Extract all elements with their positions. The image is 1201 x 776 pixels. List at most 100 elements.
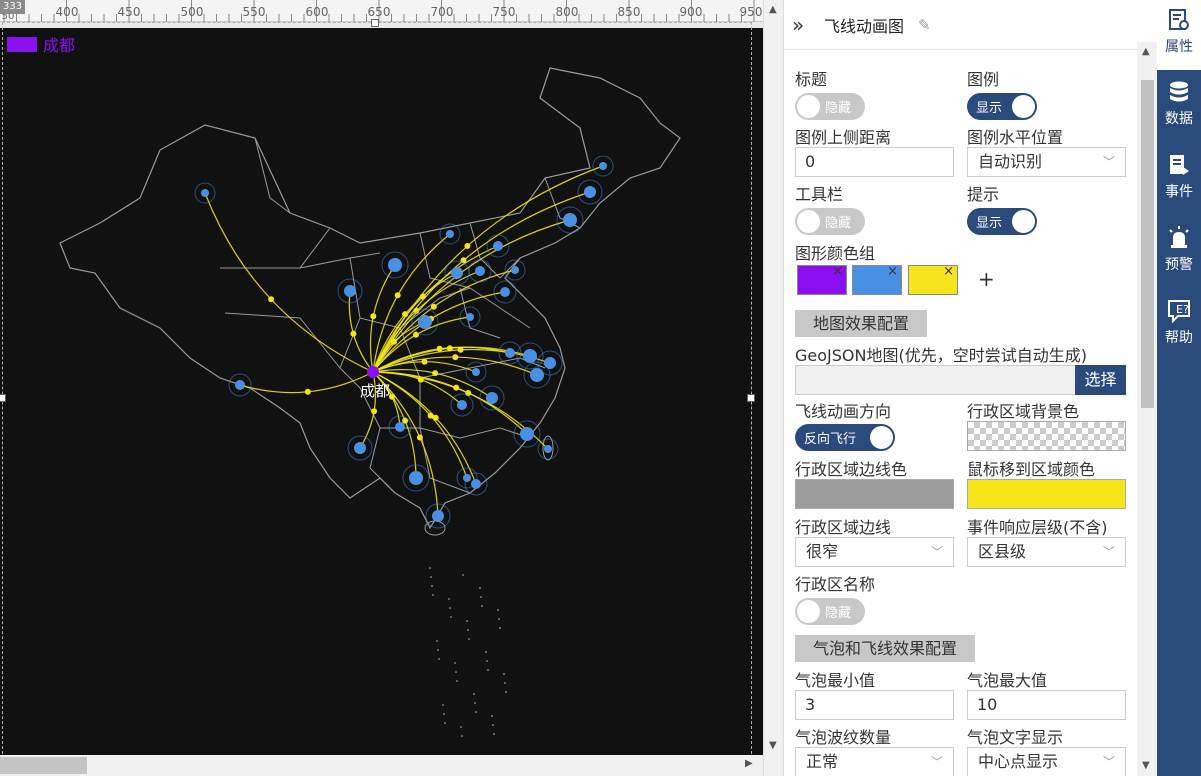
flyline-arrow	[304, 388, 311, 395]
city-bubble	[520, 427, 534, 441]
island-dot	[431, 585, 433, 587]
island-dot	[450, 616, 452, 618]
remove-color-icon[interactable]: ×	[887, 264, 898, 279]
edit-title-icon[interactable]: ✎	[918, 16, 931, 34]
toggle-knob	[870, 426, 893, 449]
city-bubble	[584, 186, 596, 198]
island-dot	[460, 726, 462, 728]
palette-color-1[interactable]: ×	[797, 264, 847, 295]
flyline-map-chart[interactable]: 成都	[0, 28, 763, 755]
bubble-min-label: 气泡最小值	[795, 671, 876, 690]
ruler-mark-550: 550	[242, 5, 266, 19]
geojson-input[interactable]	[795, 365, 1076, 395]
legend-top-input[interactable]: 0	[795, 147, 954, 177]
direction-toggle[interactable]: 反向飞行	[795, 424, 895, 451]
bubble-section-button[interactable]: 气泡和飞线效果配置	[795, 635, 976, 662]
origin-bubble	[367, 366, 379, 378]
rail-item-data[interactable]: 数据	[1157, 72, 1201, 142]
city-bubble	[235, 380, 245, 390]
flyline-arrow	[370, 313, 377, 320]
palette-label: 图形颜色组	[795, 244, 876, 263]
island-dot	[437, 649, 439, 651]
bubble-max-input[interactable]: 10	[967, 690, 1126, 720]
region-border-label: 行政区域边线色	[795, 460, 908, 479]
island-dot	[467, 629, 469, 631]
city-bubble	[530, 368, 544, 382]
flyline-arrow	[350, 330, 357, 337]
island-dot	[491, 715, 493, 717]
origin-city-label: 成都	[360, 382, 390, 400]
geojson-label: GeoJSON地图(优先，空时尝试自动生成)	[795, 346, 1087, 365]
panel-scrollbar[interactable]: ▲ ▼	[1137, 42, 1158, 776]
bubble-min-input[interactable]: 3	[795, 690, 954, 720]
resize-handle-left[interactable]	[0, 394, 6, 402]
canvas-vertical-scrollbar[interactable]: ▲ ▼	[763, 0, 783, 776]
rail-item-event[interactable]: 事件	[1157, 145, 1201, 215]
island-dot	[492, 724, 494, 726]
city-bubble	[500, 287, 510, 297]
title-label: 标题	[795, 70, 828, 89]
region-name-toggle[interactable]: 隐藏	[795, 598, 865, 625]
rail-item-help[interactable]: E? 帮助	[1157, 291, 1201, 361]
rail-label: 帮助	[1165, 330, 1193, 346]
panel-scroll-thumb[interactable]	[1141, 80, 1154, 408]
ruler-mark-600: 600	[305, 5, 329, 19]
toolbar-toggle[interactable]: 隐藏	[795, 208, 865, 235]
rail-item-properties[interactable]: 属性	[1157, 0, 1201, 70]
resize-handle-right[interactable]	[747, 394, 755, 402]
region-bg-color[interactable]	[967, 421, 1126, 451]
ripple-select[interactable]: 正常 ﹀	[795, 747, 954, 776]
legend-toggle[interactable]: 显示	[967, 93, 1037, 120]
scroll-right-icon[interactable]: ▶	[745, 758, 753, 769]
china-map[interactable]: 成都	[0, 28, 763, 755]
panel-body: 标题 隐藏 图例 显示 图例上侧距离 0 图例水平位置 自动识别 ﹀ 工具栏 隐…	[784, 51, 1137, 776]
horizontal-scroll-thumb[interactable]	[0, 757, 87, 774]
geojson-select-button[interactable]: 选择	[1075, 365, 1126, 395]
select-value: 自动识别	[978, 152, 1043, 171]
design-canvas-area[interactable]: 400 450 500 550 600 650 700 750 800 850 …	[0, 0, 783, 776]
tip-toggle[interactable]: 显示	[967, 208, 1037, 235]
legend-h-select[interactable]: 自动识别 ﹀	[967, 147, 1126, 177]
chevron-down-icon: ﹀	[1102, 545, 1115, 559]
province-border	[339, 317, 361, 389]
island-dot	[481, 605, 483, 607]
map-section-button[interactable]: 地图效果配置	[795, 310, 928, 337]
province-border	[369, 427, 396, 494]
scroll-down-icon[interactable]: ▼	[1142, 760, 1150, 771]
flyline-arrow	[416, 434, 423, 441]
title-toggle[interactable]: 隐藏	[795, 93, 865, 120]
add-color-button[interactable]: +	[978, 267, 995, 291]
city-bubble	[344, 285, 356, 297]
island-dot	[442, 704, 444, 706]
remove-color-icon[interactable]: ×	[943, 264, 954, 279]
hover-color[interactable]	[967, 479, 1126, 509]
region-bg-label: 行政区域背景色	[967, 402, 1080, 421]
ruler-mark-400: 400	[55, 5, 79, 19]
canvas-horizontal-scrollbar[interactable]: ▶	[0, 755, 763, 776]
event-level-select[interactable]: 区县级 ﹀	[967, 537, 1126, 567]
region-name-label: 行政区名称	[795, 575, 876, 594]
palette-color-3[interactable]: ×	[908, 264, 958, 295]
border-width-select[interactable]: 很窄 ﹀	[795, 537, 954, 567]
collapse-panel-icon[interactable]: »	[792, 13, 814, 37]
scroll-up-icon[interactable]: ▲	[1142, 46, 1150, 57]
region-border-color[interactable]	[795, 479, 954, 509]
bubble-text-select[interactable]: 中心点显示 ﹀	[967, 747, 1126, 776]
direction-label: 飞线动画方向	[795, 402, 892, 421]
city-bubble	[493, 241, 503, 251]
scroll-up-icon[interactable]: ▲	[769, 4, 777, 15]
resize-handle-top[interactable]	[371, 19, 379, 27]
city-bubble	[466, 313, 474, 321]
flyline	[204, 192, 374, 373]
island-dot	[436, 640, 438, 642]
rail-item-alarm[interactable]: 预警	[1157, 218, 1201, 288]
remove-color-icon[interactable]: ×	[832, 264, 843, 279]
palette-color-2[interactable]: ×	[852, 264, 902, 295]
chart-legend[interactable]: 成都	[7, 32, 75, 56]
border-width-label: 行政区域边线	[795, 518, 892, 537]
island-dot	[475, 711, 477, 713]
island-dot	[438, 658, 440, 660]
scroll-down-icon[interactable]: ▼	[769, 740, 777, 751]
rail-label: 属性	[1165, 39, 1193, 55]
flyline-arrow	[371, 408, 378, 415]
